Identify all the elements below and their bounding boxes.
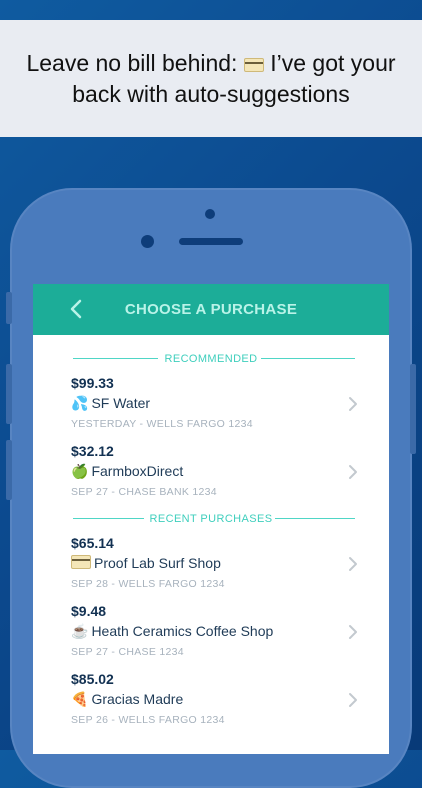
divider-line bbox=[275, 518, 355, 519]
section-label-recommended: RECOMMENDED bbox=[158, 353, 264, 365]
chevron-left-icon[interactable] bbox=[67, 298, 85, 320]
merchant-name: Proof Lab Surf Shop bbox=[71, 555, 221, 571]
volume-down-button bbox=[6, 440, 12, 500]
divider-line bbox=[261, 358, 355, 359]
merchant-emoji-icon: 💦 bbox=[71, 395, 89, 411]
merchant-name: 🍕 Gracias Madre bbox=[71, 691, 183, 708]
camera-dot bbox=[205, 209, 215, 219]
purchase-row[interactable]: $99.33 💦 SF Water YESTERDAY - WELLS FARGO 1… bbox=[33, 369, 389, 437]
promo-text-part2: I’ve got your bbox=[263, 49, 396, 76]
promo-banner: Leave no bill behind: I’ve got your back… bbox=[0, 20, 422, 137]
page-title: CHOOSE A PURCHASE bbox=[124, 301, 298, 318]
merchant-label: SF Water bbox=[91, 395, 151, 411]
merchant-name: ☕ Heath Ceramics Coffee Shop bbox=[71, 623, 273, 640]
promo-text-part1: Leave no bill behind: bbox=[26, 49, 244, 76]
section-recent: RECENT PURCHASES bbox=[33, 509, 389, 529]
purchase-amount: $32.12 bbox=[71, 443, 114, 459]
merchant-emoji-icon: 🍏 bbox=[71, 463, 89, 479]
mute-switch bbox=[6, 292, 12, 324]
merchant-emoji-icon: 🍕 bbox=[71, 691, 89, 707]
app-screen: CHOOSE A PURCHASE RECOMMENDED $99.33 💦 SF … bbox=[33, 284, 389, 754]
chevron-right-icon bbox=[349, 557, 357, 571]
purchase-amount: $65.14 bbox=[71, 535, 114, 551]
purchase-detail: SEP 28 - WELLS FARGO 1234 bbox=[71, 578, 225, 590]
earpiece-speaker bbox=[179, 238, 243, 245]
section-recommended: RECOMMENDED bbox=[33, 349, 389, 369]
divider-line bbox=[73, 358, 161, 359]
purchase-detail: SEP 27 - CHASE 1234 bbox=[71, 646, 184, 658]
merchant-emoji-icon: ☕ bbox=[71, 623, 89, 639]
nav-bar: CHOOSE A PURCHASE bbox=[33, 284, 389, 335]
purchase-amount: $85.02 bbox=[71, 671, 114, 687]
chevron-right-icon bbox=[349, 693, 357, 707]
merchant-label: Proof Lab Surf Shop bbox=[94, 555, 221, 571]
promo-text: Leave no bill behind: I’ve got your back… bbox=[16, 48, 405, 110]
merchant-name: 💦 SF Water bbox=[71, 395, 150, 412]
purchase-detail: SEP 26 - WELLS FARGO 1234 bbox=[71, 714, 225, 726]
chevron-right-icon bbox=[349, 397, 357, 411]
purchase-row[interactable]: $9.48 ☕ Heath Ceramics Coffee Shop SEP 27 -… bbox=[33, 597, 389, 665]
purchase-row[interactable]: $65.14 Proof Lab Surf Shop SEP 28 - WELLS … bbox=[33, 529, 389, 597]
merchant-label: Heath Ceramics Coffee Shop bbox=[91, 623, 274, 639]
power-button bbox=[410, 364, 416, 454]
purchase-amount: $99.33 bbox=[71, 375, 114, 391]
volume-up-button bbox=[6, 364, 12, 424]
recommended-list: $99.33 💦 SF Water YESTERDAY - WELLS FARGO 1… bbox=[33, 369, 389, 505]
section-label-recent: RECENT PURCHASES bbox=[143, 513, 279, 525]
credit-card-icon bbox=[243, 57, 264, 72]
chevron-right-icon bbox=[349, 625, 357, 639]
purchase-amount: $9.48 bbox=[71, 603, 107, 619]
recent-list: $65.14 Proof Lab Surf Shop SEP 28 - WELLS … bbox=[33, 529, 389, 733]
merchant-label: FarmboxDirect bbox=[91, 463, 184, 479]
purchase-detail: YESTERDAY - WELLS FARGO 1234 bbox=[71, 418, 253, 430]
purchase-row[interactable]: $85.02 🍕 Gracias Madre SEP 26 - WELLS FARGO… bbox=[33, 665, 389, 733]
purchase-row[interactable]: $32.12 🍏 FarmboxDirect SEP 27 - CHASE BANK … bbox=[33, 437, 389, 505]
purchase-detail: SEP 27 - CHASE BANK 1234 bbox=[71, 486, 217, 498]
front-camera bbox=[141, 235, 154, 248]
merchant-name: 🍏 FarmboxDirect bbox=[71, 463, 183, 480]
divider-line bbox=[73, 518, 145, 519]
promo-text-part3: back with auto-suggestions bbox=[72, 80, 350, 107]
credit-card-icon bbox=[71, 555, 91, 569]
merchant-label: Gracias Madre bbox=[91, 691, 184, 707]
chevron-right-icon bbox=[349, 465, 357, 479]
